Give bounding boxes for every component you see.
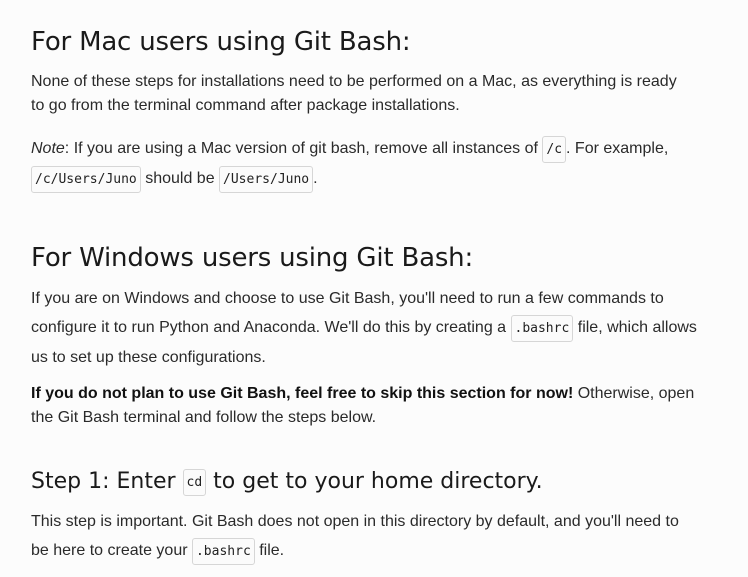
windows-section-heading: For Windows users using Git Bash:: [31, 243, 474, 273]
mac-section-paragraph: None of these steps for installations ne…: [31, 73, 677, 114]
windows-paragraph-1: If you are on Windows and choose to use …: [31, 284, 716, 372]
step1-para-text-2: file.: [254, 542, 285, 559]
code-mac-path: /Users/Juno: [219, 166, 314, 193]
step1-heading: Step 1: Enter cd to get to your home dir…: [31, 469, 543, 496]
mac-note-paragraph: Note: If you are using a Mac version of …: [31, 134, 711, 194]
note-text-1: : If you are using a Mac version of git …: [64, 140, 543, 157]
step1-paragraph: This step is important. Git Bash does no…: [31, 507, 681, 566]
note-text-4: .: [313, 170, 318, 187]
note-text-2: . For example,: [566, 140, 669, 157]
code-bashrc: .bashrc: [510, 315, 574, 342]
skip-warning: If you do not plan to use Git Bash, feel…: [31, 385, 574, 402]
code-bashrc-step1: .bashrc: [191, 538, 255, 565]
step1-para-text-1: This step is important. Git Bash does no…: [31, 513, 679, 559]
code-c-prefix: /c: [542, 136, 567, 163]
note-text-3: should be: [140, 170, 220, 187]
windows-paragraph-2: If you do not plan to use Git Bash, feel…: [31, 382, 701, 430]
mac-section-heading: For Mac users using Git Bash:: [31, 27, 411, 57]
step1-heading-text-1: Step 1: Enter: [31, 469, 183, 494]
code-cd: cd: [182, 469, 207, 496]
note-label: Note: [31, 140, 65, 157]
code-windows-path: /c/Users/Juno: [31, 166, 141, 193]
step1-heading-text-2: to get to your home directory.: [206, 469, 543, 494]
